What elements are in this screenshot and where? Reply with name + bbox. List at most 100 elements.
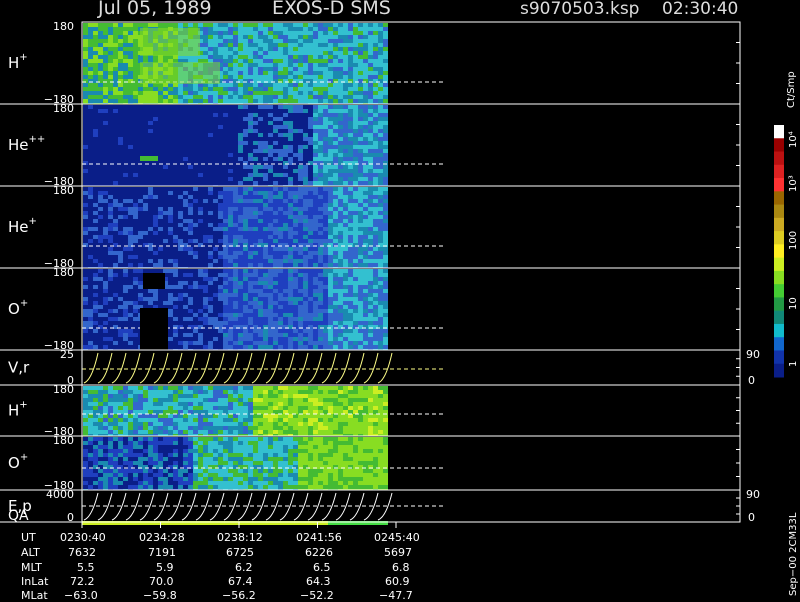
heatmap-cell [243,141,248,145]
heatmap-cell [113,91,118,95]
heatmap-cell [298,157,303,161]
heatmap-cell [163,219,168,223]
heatmap-cell [338,165,343,169]
heatmap-cell [313,59,318,63]
heatmap-cell [308,223,313,227]
heatmap-cell [313,121,318,125]
heatmap-cell [243,341,248,345]
heatmap-cell [308,157,313,161]
heatmap-cell [318,59,323,63]
heatmap-cell [268,223,273,227]
heatmap-cell [343,203,348,207]
heatmap-cell [278,273,283,277]
heatmap-cell [253,23,258,27]
heatmap-cell [238,203,243,207]
heatmap-cell [288,63,293,67]
heatmap-cell [298,255,303,259]
heatmap-cell [278,259,283,263]
heatmap-cell [198,157,203,161]
heatmap-cell [238,63,243,67]
heatmap-cell [108,333,113,337]
heatmap-cell [93,133,98,137]
heatmap-cell [218,39,223,43]
heatmap-cell [173,309,178,313]
heatmap-cell [168,199,173,203]
heatmap-cell [358,91,363,95]
heatmap-cell [333,259,338,263]
heatmap-cell [158,301,163,305]
heatmap-cell [328,31,333,35]
heatmap-cell [238,109,243,113]
heatmap-cell [338,83,343,87]
heatmap-cell [273,255,278,259]
heatmap-cell [253,47,258,51]
heatmap-cell [303,313,308,317]
heatmap-cell [328,231,333,235]
heatmap-cell [323,239,328,243]
heatmap-cell [128,223,133,227]
heatmap-cell [313,83,318,87]
heatmap-cell [283,227,288,231]
heatmap-cell [208,255,213,259]
heatmap-cell [193,231,198,235]
heatmap-cell [263,75,268,79]
heatmap-cell [273,215,278,219]
heatmap-cell [258,301,263,305]
heatmap-cell [248,305,253,309]
heatmap-cell [288,35,293,39]
heatmap-cell [263,219,268,223]
heatmap-cell [88,199,93,203]
heatmap-cell [83,259,88,263]
heatmap-cell [138,223,143,227]
heatmap-cell [208,239,213,243]
heatmap-cell [243,293,248,297]
heatmap-cell [213,145,218,149]
heatmap-cell [233,239,238,243]
heatmap-cell [203,259,208,263]
heatmap-cell [208,305,213,309]
heatmap-cell [138,273,143,277]
heatmap-cell [138,277,143,281]
heatmap-cell [213,109,218,113]
heatmap-cell [308,313,313,317]
heatmap-cell [98,227,103,231]
heatmap-cell [183,239,188,243]
heatmap-cell [133,83,138,87]
heatmap-cell [288,333,293,337]
heatmap-cell [283,181,288,185]
heatmap-cell [83,117,88,121]
heatmap-cell [98,333,103,337]
heatmap-cell [248,71,253,75]
heatmap-cell [238,95,243,99]
heatmap-cell [348,133,353,137]
heatmap-cell [278,263,283,267]
heatmap-cell [373,165,378,169]
heatmap-cell [108,133,113,137]
heatmap-cell [168,169,173,173]
heatmap-cell [333,195,338,199]
heatmap-cell [323,75,328,79]
heatmap-cell [283,251,288,255]
heatmap-cell [128,309,133,313]
heatmap-cell [223,333,228,337]
heatmap-cell [143,289,148,293]
heatmap-cell [328,305,333,309]
heatmap-cell [373,215,378,219]
heatmap-cell [383,191,388,195]
heatmap-cell [113,87,118,91]
heatmap-cell [138,301,143,305]
heatmap-cell [108,117,113,121]
heatmap-cell [113,329,118,333]
heatmap-cell [118,117,123,121]
heatmap-cell [123,105,128,109]
heatmap-cell [298,195,303,199]
heatmap-cell [83,317,88,321]
heatmap-cell [148,187,153,191]
heatmap-cell [253,317,258,321]
heatmap-cell [218,203,223,207]
heatmap-cell [343,207,348,211]
heatmap-cell [378,317,383,321]
heatmap-cell [308,263,313,267]
heatmap-cell [123,75,128,79]
heatmap-cell [313,99,318,103]
